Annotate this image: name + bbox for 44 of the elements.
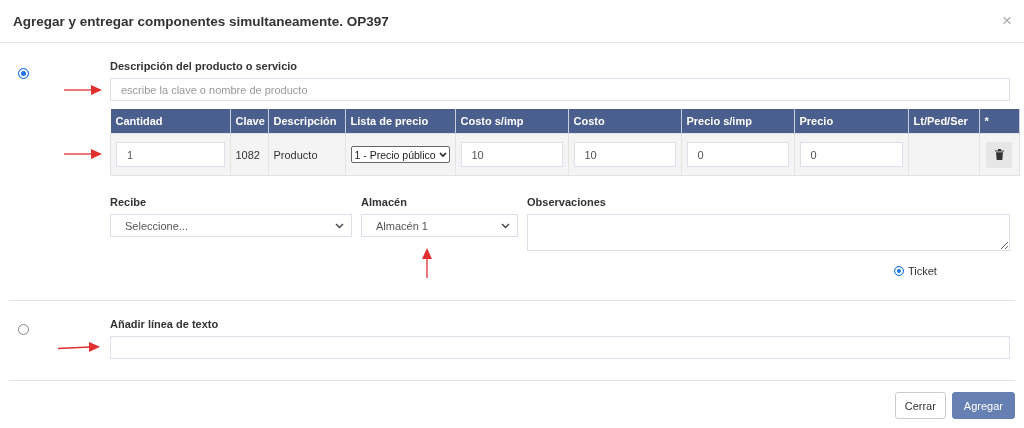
field-label: Añadir línea de texto: [110, 318, 220, 330]
price-list-select[interactable]: 1 - Precio público: [350, 146, 450, 163]
close-button[interactable]: Cerrar: [894, 392, 946, 419]
text-line-field[interactable]: [110, 336, 1010, 359]
table-input[interactable]: 10: [573, 142, 676, 167]
column-header: Precio: [794, 109, 908, 134]
chevron-down-icon: [335, 222, 344, 229]
annotation-arrow: [58, 342, 100, 352]
chevron-down-icon: [438, 151, 447, 158]
column-header: Costo: [568, 109, 681, 134]
recibe-select[interactable]: Seleccione...: [110, 214, 352, 237]
product-search-field[interactable]: escribe la clave o nombre de producto: [110, 78, 1010, 101]
field-label: Descripción del producto o servicio: [110, 60, 299, 72]
add-button[interactable]: Agregar: [951, 392, 1015, 419]
annotation-arrow: [64, 85, 102, 95]
almacen-select[interactable]: Almacén 1: [361, 214, 518, 237]
column-header: Lista de precio: [345, 109, 455, 134]
annotation-arrow: [422, 248, 432, 278]
column-header: Descripción: [268, 109, 345, 134]
table-cell: 1082: [235, 148, 260, 161]
column-header: Costo s/imp: [455, 109, 568, 134]
dialog-title: Agregar y entregar componentes simultaneamente. OP397: [13, 13, 389, 29]
column-header: Precio s/imp: [681, 109, 794, 134]
radio-button[interactable]: [18, 68, 29, 79]
radio-button[interactable]: [18, 324, 29, 335]
annotation-arrow: [64, 149, 102, 159]
table-input[interactable]: 10: [460, 142, 563, 167]
radio-button[interactable]: [894, 266, 904, 276]
column-header: Cantidad: [110, 109, 230, 134]
column-header: Lt/Ped/Ser: [908, 109, 979, 134]
table-input[interactable]: 0: [799, 142, 903, 167]
chevron-down-icon: [501, 222, 510, 229]
column-header: Clave: [230, 109, 268, 134]
radio-label: Ticket: [908, 265, 937, 277]
trash-icon: [994, 149, 1004, 160]
column-header: *: [979, 109, 1019, 134]
table-input[interactable]: 0: [686, 142, 789, 167]
table-input[interactable]: 1: [116, 142, 225, 167]
observaciones-field[interactable]: [527, 214, 1010, 251]
field-label: Observaciones: [527, 196, 607, 208]
field-label: Recibe: [110, 196, 148, 208]
table-cell: Producto: [273, 148, 318, 161]
delete-button[interactable]: [986, 141, 1012, 168]
field-label: Almacén: [361, 196, 408, 208]
